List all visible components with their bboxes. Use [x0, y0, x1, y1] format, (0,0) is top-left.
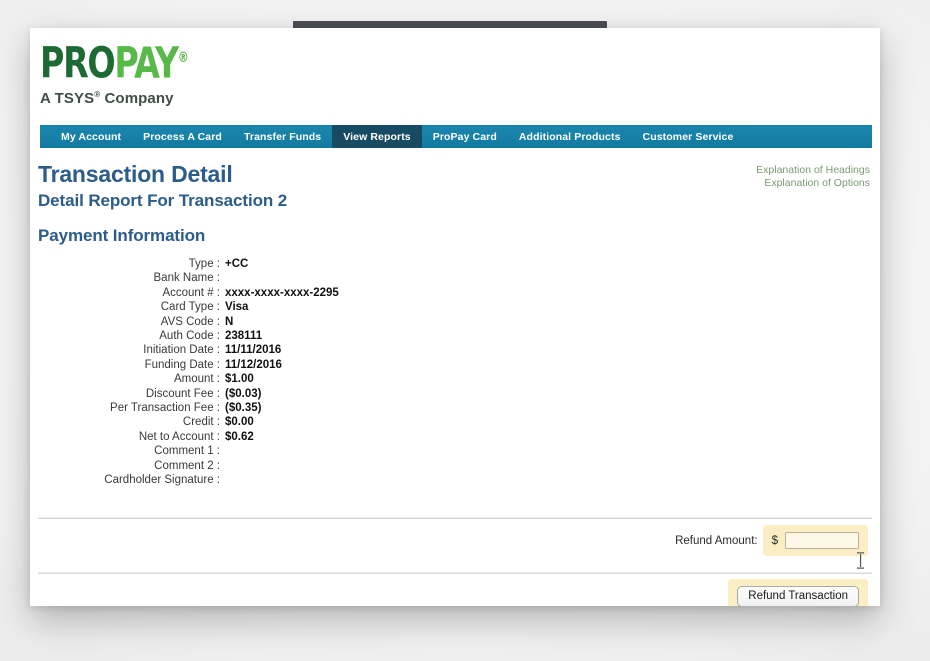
main-navigation: My Account Process A Card Transfer Funds… — [40, 125, 872, 148]
field-row-funding-date: Funding Date : 11/12/2016 — [30, 358, 450, 372]
divider-above-refund-button — [38, 572, 872, 574]
field-row-net-to-account: Net to Account : $0.62 — [30, 430, 450, 444]
refund-amount-label: Refund Amount: — [675, 534, 758, 547]
field-label-bank-name: Bank Name : — [153, 272, 220, 285]
field-value-credit: $0.00 — [225, 416, 254, 429]
tagline-prefix: A TSYS — [40, 90, 95, 108]
field-row-account-number: Account # : xxxx-xxxx-xxxx-2295 — [30, 286, 450, 300]
field-label-amount: Amount : — [173, 373, 220, 386]
field-value-cardholder-signature — [220, 473, 225, 487]
field-label-cardholder-signature: Cardholder Signature : — [104, 474, 220, 487]
field-value-comment-2 — [220, 459, 225, 473]
nav-item-propay-card[interactable]: ProPay Card — [422, 125, 508, 148]
field-label-comment-1: Comment 1 : — [154, 445, 220, 458]
field-row-card-type: Card Type : Visa — [30, 300, 450, 314]
refund-transaction-button[interactable]: Refund Transaction — [737, 586, 859, 606]
field-label-per-transaction-fee: Per Transaction Fee : — [110, 402, 220, 415]
field-value-comment-1 — [220, 444, 225, 458]
browser-page: PROPAY® A TSYS® Company My Account Proce… — [30, 28, 880, 606]
payment-information-fields: Type : +CC Bank Name : Account # : xxxx-… — [30, 257, 450, 488]
field-label-net-to-account: Net to Account : — [138, 430, 220, 443]
field-value-initiation-date: 11/11/2016 — [225, 344, 282, 357]
field-value-avs-code: N — [225, 315, 234, 328]
logo-registered-mark: ® — [177, 50, 189, 66]
field-label-type: Type : — [188, 258, 220, 270]
field-label-avs-code: AVS Code : — [160, 315, 220, 328]
propay-logo: PROPAY® A TSYS® Company — [40, 34, 213, 107]
field-row-credit: Credit : $0.00 — [30, 415, 450, 429]
refund-amount-input[interactable] — [785, 532, 859, 549]
field-value-funding-date: 11/12/2016 — [225, 358, 282, 371]
field-label-credit: Credit : — [182, 416, 220, 429]
field-label-account-number: Account # : — [162, 286, 220, 299]
logo-pro-text: PRO — [40, 38, 116, 89]
field-label-auth-code: Auth Code : — [159, 330, 220, 343]
refund-button-highlight: Refund Transaction — [728, 579, 868, 606]
field-row-avs-code: AVS Code : N — [30, 315, 450, 329]
field-value-per-transaction-fee: ($0.35) — [225, 402, 262, 415]
logo-pay-text: PAY — [114, 38, 179, 89]
explanation-links: Explanation of Headings Explanation of O… — [756, 164, 870, 190]
field-label-funding-date: Funding Date : — [144, 358, 220, 371]
field-value-account-number: xxxx-xxxx-xxxx-2295 — [225, 286, 339, 299]
explanation-of-headings-link[interactable]: Explanation of Headings — [756, 164, 870, 177]
field-label-discount-fee: Discount Fee : — [145, 387, 220, 400]
nav-item-view-reports[interactable]: View Reports — [332, 125, 422, 148]
desktop-background: PROPAY® A TSYS® Company My Account Proce… — [0, 0, 930, 661]
refund-amount-highlight: $ — [762, 525, 868, 556]
field-row-cardholder-signature: Cardholder Signature : — [30, 473, 450, 487]
field-row-amount: Amount : $1.00 — [30, 372, 450, 386]
divider-above-refund-amount — [38, 517, 872, 519]
page-subtitle: Detail Report For Transaction 2 — [38, 191, 288, 210]
field-label-card-type: Card Type : — [160, 301, 220, 314]
field-label-initiation-date: Initiation Date : — [143, 344, 220, 357]
nav-item-additional-products[interactable]: Additional Products — [508, 125, 632, 148]
field-row-type: Type : +CC — [30, 257, 450, 271]
nav-item-my-account[interactable]: My Account — [50, 125, 132, 148]
field-row-comment-2: Comment 2 : — [30, 459, 450, 473]
refund-amount-row: Refund Amount: $ — [675, 525, 868, 556]
field-value-net-to-account: $0.62 — [225, 430, 254, 443]
field-row-per-transaction-fee: Per Transaction Fee : ($0.35) — [30, 401, 450, 415]
explanation-of-options-link[interactable]: Explanation of Options — [756, 177, 870, 190]
field-row-initiation-date: Initiation Date : 11/11/2016 — [30, 343, 450, 357]
payment-information-heading: Payment Information — [38, 226, 206, 245]
field-value-auth-code: 238111 — [225, 330, 263, 343]
page-title: Transaction Detail — [38, 161, 233, 187]
field-row-auth-code: Auth Code : 238111 — [30, 329, 450, 343]
field-label-comment-2: Comment 2 : — [154, 459, 220, 472]
logo-wordmark: PROPAY® — [40, 34, 189, 87]
nav-item-transfer-funds[interactable]: Transfer Funds — [233, 125, 332, 148]
field-value-bank-name — [220, 271, 225, 285]
field-value-discount-fee: ($0.03) — [225, 387, 262, 400]
tagline-suffix: Company — [100, 90, 174, 108]
field-value-amount: $1.00 — [225, 373, 254, 386]
nav-item-process-a-card[interactable]: Process A Card — [132, 125, 233, 148]
field-row-comment-1: Comment 1 : — [30, 444, 450, 458]
logo-tagline: A TSYS® Company — [40, 90, 213, 107]
nav-item-customer-service[interactable]: Customer Service — [632, 125, 745, 148]
field-value-card-type: Visa — [225, 301, 249, 314]
currency-symbol: $ — [771, 534, 778, 547]
field-row-discount-fee: Discount Fee : ($0.03) — [30, 387, 450, 401]
field-value-type: +CC — [225, 258, 249, 270]
field-row-bank-name: Bank Name : — [30, 271, 450, 285]
